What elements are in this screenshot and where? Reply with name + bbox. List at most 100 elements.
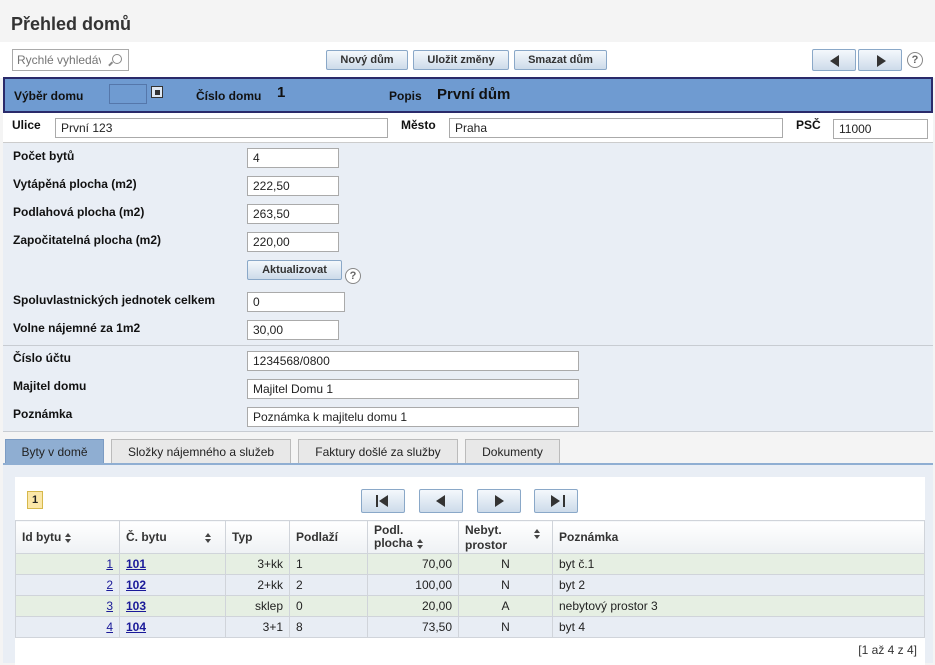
flats-tab-panel: 1 Id bytu Č. bytu Typ Podlaží Podl. ploch… <box>3 463 933 665</box>
city-field[interactable]: Praha <box>449 118 783 138</box>
record-count: [1 až 4 z 4] <box>858 643 917 657</box>
new-house-button[interactable]: Nový dům <box>326 50 408 70</box>
city-label: Město <box>401 118 436 132</box>
search-input[interactable] <box>13 50 105 70</box>
table-row[interactable]: 4 104 3+1 8 73,50 N byt 4 <box>15 616 925 638</box>
column-header-id[interactable]: Id bytu <box>15 520 120 554</box>
co-ownership-units-label: Spoluvlastnických jednotek celkem <box>13 293 216 307</box>
tab-rent-components[interactable]: Složky nájemného a služeb <box>111 439 291 464</box>
toolbar: Nový dům Uložit změny Smazat dům ? <box>0 42 935 78</box>
cell-area: 20,00 <box>367 595 459 617</box>
floor-area-field[interactable]: 263,50 <box>247 204 339 224</box>
account-number-field[interactable]: 1234568/0800 <box>247 351 579 371</box>
cell-type: 3+1 <box>225 616 290 638</box>
delete-house-button[interactable]: Smazat dům <box>514 50 607 70</box>
flat-id-link[interactable]: 4 <box>106 620 113 634</box>
page-number-badge[interactable]: 1 <box>27 491 43 509</box>
owner-section: Číslo účtu 1234568/0800 Majitel domu Maj… <box>3 346 933 432</box>
heated-area-label: Vytápěná plocha (m2) <box>13 177 137 191</box>
last-page-button[interactable] <box>534 489 578 513</box>
table-row[interactable]: 2 102 2+kk 2 100,00 N byt 2 <box>15 574 925 596</box>
house-number-label: Číslo domu <box>196 89 262 103</box>
counted-area-label: Započitatelná plocha (m2) <box>13 233 162 247</box>
cell-type: sklep <box>225 595 290 617</box>
quick-search[interactable] <box>12 49 129 71</box>
cell-id: 3 <box>15 595 120 617</box>
next-house-button[interactable] <box>858 49 902 71</box>
column-header-nonresidential[interactable]: Nebyt. prostor <box>458 520 553 554</box>
flat-number-link[interactable]: 103 <box>126 599 146 613</box>
flat-id-link[interactable]: 3 <box>106 599 113 613</box>
cell-number: 102 <box>119 574 226 596</box>
flat-id-link[interactable]: 1 <box>106 557 113 571</box>
house-number-value: 1 <box>277 84 286 101</box>
update-help-icon[interactable]: ? <box>345 268 361 284</box>
cell-floor: 8 <box>289 616 368 638</box>
flats-table: Id bytu Č. bytu Typ Podlaží Podl. plocha … <box>15 520 925 638</box>
tab-bar: Byty v domě Složky nájemného a služeb Fa… <box>3 437 933 464</box>
tab-flats[interactable]: Byty v domě <box>5 439 104 464</box>
column-header-number[interactable]: Č. bytu <box>119 520 226 554</box>
house-selection-bar: Výběr domu Číslo domu 1 Popis První dům <box>3 77 933 113</box>
sort-icon[interactable] <box>204 532 212 543</box>
house-select-input[interactable] <box>109 84 147 104</box>
tab-invoices[interactable]: Faktury došlé za služby <box>298 439 458 464</box>
cell-nonresidential: N <box>458 553 553 575</box>
sort-icon[interactable] <box>65 532 72 543</box>
flat-id-link[interactable]: 2 <box>106 578 113 592</box>
cell-id: 2 <box>15 574 120 596</box>
last-page-icon <box>551 495 565 507</box>
floor-area-label: Podlahová plocha (m2) <box>13 205 145 219</box>
cell-number: 101 <box>119 553 226 575</box>
cell-floor: 2 <box>289 574 368 596</box>
flat-number-link[interactable]: 102 <box>126 578 146 592</box>
zip-field[interactable]: 11000 <box>833 119 928 139</box>
sort-icon[interactable] <box>416 538 424 549</box>
help-icon[interactable]: ? <box>907 52 923 68</box>
tab-documents[interactable]: Dokumenty <box>465 439 560 464</box>
column-header-type[interactable]: Typ <box>225 520 290 554</box>
cell-number: 104 <box>119 616 226 638</box>
note-field[interactable]: Poznámka k majitelu domu 1 <box>247 407 579 427</box>
arrow-right-icon <box>495 495 504 507</box>
flat-number-link[interactable]: 101 <box>126 557 146 571</box>
column-header-area[interactable]: Podl. plocha <box>367 520 459 554</box>
search-icon[interactable] <box>112 54 122 64</box>
column-header-floor[interactable]: Podlaží <box>289 520 368 554</box>
column-header-note[interactable]: Poznámka <box>552 520 925 554</box>
table-row[interactable]: 3 103 sklep 0 20,00 A nebytový prostor 3 <box>15 595 925 617</box>
zip-label: PSČ <box>796 118 821 132</box>
cell-note: nebytový prostor 3 <box>552 595 925 617</box>
cell-nonresidential: A <box>458 595 553 617</box>
update-button[interactable]: Aktualizovat <box>247 260 342 280</box>
page-title: Přehled domů <box>11 14 132 34</box>
cell-note: byt 4 <box>552 616 925 638</box>
cell-area: 70,00 <box>367 553 459 575</box>
title-bar: Přehled domů <box>0 6 935 42</box>
owner-field[interactable]: Majitel Domu 1 <box>247 379 579 399</box>
previous-page-button[interactable] <box>419 489 463 513</box>
save-changes-button[interactable]: Uložit změny <box>413 50 509 70</box>
owner-label: Majitel domu <box>13 379 87 393</box>
picker-icon[interactable] <box>151 86 163 98</box>
table-row[interactable]: 1 101 3+kk 1 70,00 N byt č.1 <box>15 553 925 575</box>
previous-house-button[interactable] <box>812 49 856 71</box>
sort-icon[interactable] <box>533 528 541 539</box>
street-label: Ulice <box>12 118 41 132</box>
heated-area-field[interactable]: 222,50 <box>247 176 339 196</box>
flat-number-link[interactable]: 104 <box>126 620 146 634</box>
street-field[interactable]: První 123 <box>55 118 388 138</box>
free-rent-field[interactable]: 30,00 <box>247 320 339 340</box>
free-rent-label: Volne nájemné za 1m2 <box>13 321 141 335</box>
cell-floor: 0 <box>289 595 368 617</box>
cell-nonresidential: N <box>458 616 553 638</box>
co-ownership-units-field[interactable]: 0 <box>247 292 345 312</box>
flats-count-field[interactable]: 4 <box>247 148 339 168</box>
page: Přehled domů Nový dům Uložit změny Smaza… <box>0 0 935 665</box>
counted-area-field[interactable]: 220,00 <box>247 232 339 252</box>
first-page-button[interactable] <box>361 489 405 513</box>
cell-note: byt č.1 <box>552 553 925 575</box>
next-page-button[interactable] <box>477 489 521 513</box>
description-label: Popis <box>389 89 422 103</box>
description-value: První dům <box>437 86 511 103</box>
